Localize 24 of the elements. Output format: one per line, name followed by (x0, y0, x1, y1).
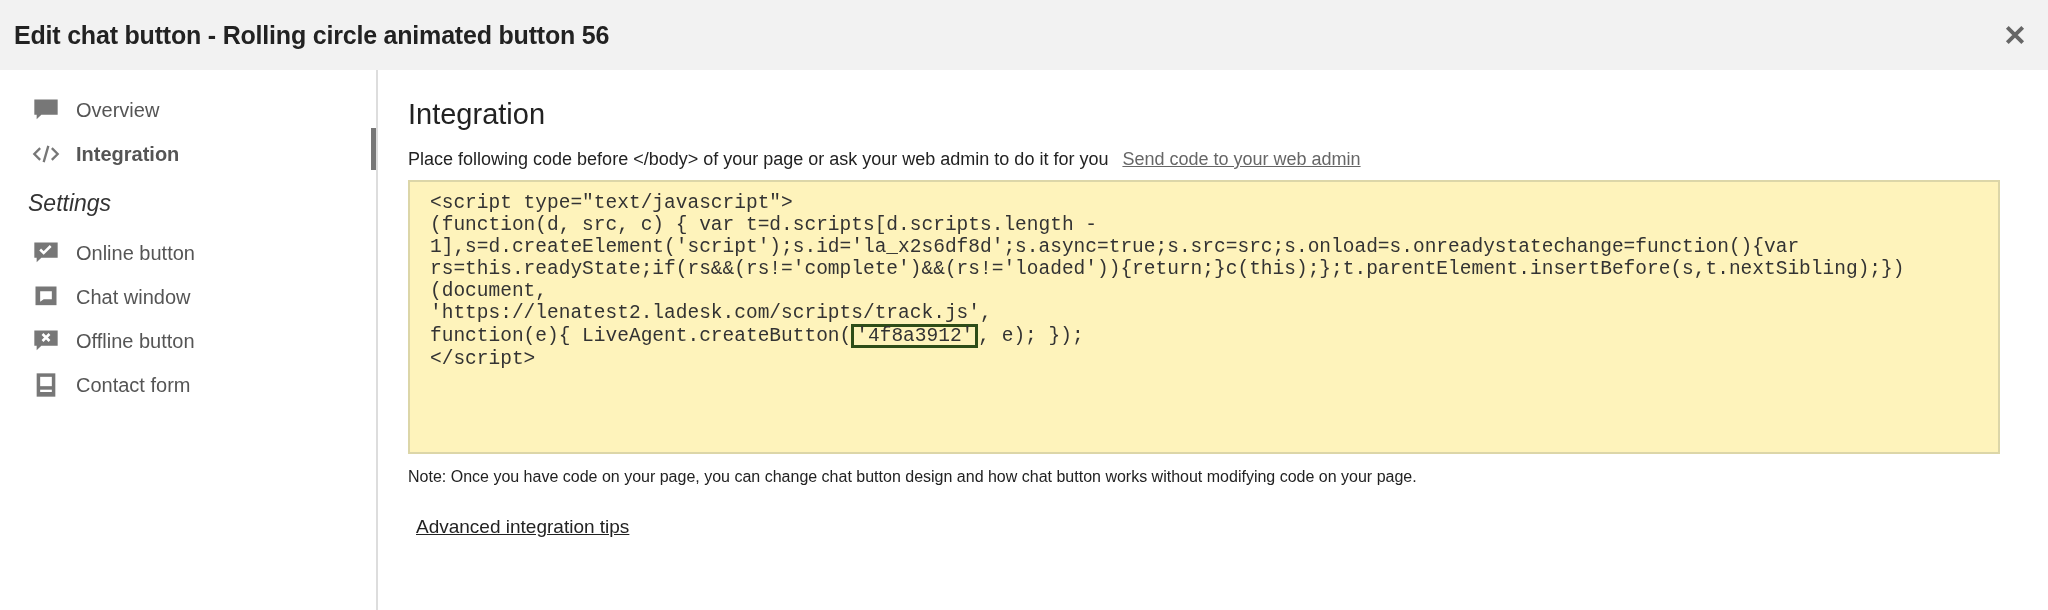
section-title: Settings (27, 189, 113, 218)
code-line: <script type="text/javascript"> (430, 192, 793, 214)
sidebar-item[interactable]: Chat window (0, 275, 366, 319)
sidebar-item[interactable]: Overview (0, 88, 366, 132)
sidebar-item[interactable]: Integration (0, 132, 366, 176)
page-heading: Integration (408, 98, 547, 131)
sidebar-item[interactable]: Contact form (0, 363, 366, 407)
code-line: (document, (430, 280, 548, 302)
code-line: rs=this.readyState;if(rs&&(rs!='complete')&&(rs!='loaded')){return;}c(this);};t.parentElement.insertBefore(s,t.nextSibling);}) (430, 258, 1905, 280)
code-line: 'https://lenatest2.ladesk.com/scripts/track.js', (430, 302, 992, 324)
code-line: , e); }); (978, 325, 1084, 347)
send-code-link[interactable]: Send code to your web admin (1122, 149, 1361, 170)
sidebar-item[interactable]: Offline button (0, 319, 366, 363)
note-text: Note: Once you have code on your page, you can change chat button design and how chat button works without modifying code on your page. (408, 468, 1418, 486)
code-line: 1],s=d.createElement('script');s.id='la_x2s6df8d';s.async=true;s.src=src;s.onload=s.onreadystatechange=function(){var (430, 236, 1800, 258)
window-title: Edit chat button - Rolling circle animated button 56 (14, 20, 610, 50)
code-line: function(e){ LiveAgent.createButton( (430, 325, 852, 347)
sidebar-item[interactable]: Online button (0, 231, 366, 275)
instruction-text: Place following code before </body> of your page or ask your web admin to do it for you (408, 149, 1109, 170)
code-line: (function(d, src, c) { var t=d.scripts[d.scripts.length - (430, 214, 1097, 236)
scrollbar-thumb[interactable] (371, 128, 376, 170)
code-line: </script> (430, 348, 536, 370)
integration-tips-link[interactable]: Advanced integration tips (416, 516, 630, 538)
highlighted-button-id: '4f8a3912' (851, 324, 979, 348)
